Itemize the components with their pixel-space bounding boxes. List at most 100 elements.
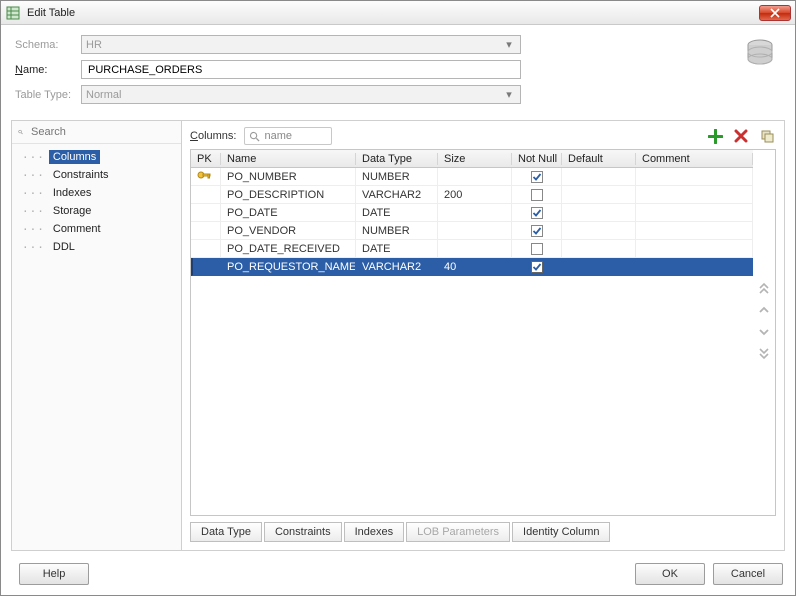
cell-default[interactable]	[562, 168, 636, 186]
close-icon	[770, 8, 780, 18]
notnull-checkbox[interactable]	[531, 171, 543, 183]
add-column-button[interactable]	[706, 127, 724, 145]
tab-data-type[interactable]: Data Type	[190, 522, 262, 542]
col-header-comment[interactable]: Comment	[636, 153, 753, 165]
cell-name[interactable]: PO_REQUESTOR_NAME	[221, 258, 356, 276]
row-tabletype: Table Type: Normal ▾	[15, 85, 781, 104]
move-down-button[interactable]	[756, 324, 772, 340]
cell-notnull[interactable]	[512, 168, 562, 186]
notnull-checkbox[interactable]	[531, 261, 543, 273]
titlebar: Edit Table	[1, 1, 795, 25]
sidebar-item-comment[interactable]: ···Comment	[14, 220, 179, 238]
tab-indexes[interactable]: Indexes	[344, 522, 405, 542]
remove-column-button[interactable]	[732, 127, 750, 145]
tab-identity-column[interactable]: Identity Column	[512, 522, 610, 542]
ok-button[interactable]: OK	[635, 563, 705, 585]
help-button[interactable]: Help	[19, 563, 89, 585]
cell-notnull[interactable]	[512, 258, 562, 276]
move-up-button[interactable]	[756, 302, 772, 318]
name-input[interactable]	[86, 63, 516, 77]
sidebar-item-label: DDL	[49, 240, 79, 254]
cell-notnull[interactable]	[512, 204, 562, 222]
cell-datatype[interactable]: DATE	[356, 204, 438, 222]
copy-icon	[760, 129, 774, 143]
columns-filter[interactable]: name	[244, 127, 332, 145]
col-header-default[interactable]: Default	[562, 153, 636, 165]
notnull-checkbox[interactable]	[531, 225, 543, 237]
tree-branch-icon: ···	[22, 187, 45, 200]
cancel-button[interactable]: Cancel	[713, 563, 783, 585]
cell-name[interactable]: PO_NUMBER	[221, 168, 356, 186]
key-icon	[197, 169, 211, 184]
cell-default[interactable]	[562, 186, 636, 204]
cell-notnull[interactable]	[512, 240, 562, 258]
database-icon	[743, 37, 777, 74]
cell-name[interactable]: PO_VENDOR	[221, 222, 356, 240]
cell-datatype[interactable]: NUMBER	[356, 222, 438, 240]
cell-name[interactable]: PO_DATE_RECEIVED	[221, 240, 356, 258]
chevron-down-icon: ▾	[502, 38, 516, 51]
sidebar-item-ddl[interactable]: ···DDL	[14, 238, 179, 256]
cell-comment[interactable]	[636, 168, 753, 186]
cell-comment[interactable]	[636, 186, 753, 204]
cell-datatype[interactable]: VARCHAR2	[356, 258, 438, 276]
col-header-pk[interactable]: PK	[191, 153, 221, 165]
edit-table-dialog: Edit Table Schema: HR ▾ Name:	[0, 0, 796, 596]
cell-datatype[interactable]: VARCHAR2	[356, 186, 438, 204]
tree-search[interactable]	[12, 121, 181, 144]
table-row[interactable]: PO_VENDORNUMBER	[191, 222, 753, 240]
table-row[interactable]: PO_DESCRIPTIONVARCHAR2200	[191, 186, 753, 204]
cell-datatype[interactable]: NUMBER	[356, 168, 438, 186]
close-button[interactable]	[759, 5, 791, 21]
sidebar-item-constraints[interactable]: ···Constraints	[14, 166, 179, 184]
notnull-checkbox[interactable]	[531, 243, 543, 255]
sidebar-item-indexes[interactable]: ···Indexes	[14, 184, 179, 202]
tab-constraints[interactable]: Constraints	[264, 522, 342, 542]
row-schema: Schema: HR ▾	[15, 35, 781, 54]
table-row[interactable]: PO_DATE_RECEIVEDDATE	[191, 240, 753, 258]
cell-notnull[interactable]	[512, 222, 562, 240]
cell-size[interactable]: 40	[438, 258, 512, 276]
table-row[interactable]: PO_DATEDATE	[191, 204, 753, 222]
cell-size[interactable]	[438, 204, 512, 222]
table-row[interactable]: PO_REQUESTOR_NAMEVARCHAR240	[191, 258, 753, 276]
tree-search-input[interactable]	[29, 125, 175, 139]
cell-default[interactable]	[562, 240, 636, 258]
cell-notnull[interactable]	[512, 186, 562, 204]
copy-column-button[interactable]	[758, 127, 776, 145]
body-split: ···Columns···Constraints···Indexes···Sto…	[11, 120, 785, 551]
cell-comment[interactable]	[636, 240, 753, 258]
cell-size[interactable]	[438, 240, 512, 258]
cell-comment[interactable]	[636, 222, 753, 240]
cell-size[interactable]: 200	[438, 186, 512, 204]
cell-default[interactable]	[562, 222, 636, 240]
col-header-notnull[interactable]: Not Null	[512, 153, 562, 165]
cell-comment[interactable]	[636, 204, 753, 222]
row-name: Name:	[15, 60, 781, 79]
cell-name[interactable]: PO_DESCRIPTION	[221, 186, 356, 204]
sidebar-item-label: Columns	[49, 150, 100, 164]
move-bottom-button[interactable]	[756, 346, 772, 362]
cell-default[interactable]	[562, 258, 636, 276]
cell-datatype[interactable]: DATE	[356, 240, 438, 258]
col-header-name[interactable]: Name	[221, 153, 356, 165]
cell-name[interactable]: PO_DATE	[221, 204, 356, 222]
col-header-type[interactable]: Data Type	[356, 153, 438, 165]
detail-tabs: Data TypeConstraintsIndexesLOB Parameter…	[190, 522, 776, 542]
move-top-button[interactable]	[756, 280, 772, 296]
cell-pk	[191, 186, 221, 204]
tabletype-combo: Normal ▾	[81, 85, 521, 104]
notnull-checkbox[interactable]	[531, 207, 543, 219]
cell-pk	[191, 222, 221, 240]
cell-size[interactable]	[438, 222, 512, 240]
sidebar-item-columns[interactable]: ···Columns	[14, 148, 179, 166]
cell-size[interactable]	[438, 168, 512, 186]
cell-default[interactable]	[562, 204, 636, 222]
notnull-checkbox[interactable]	[531, 189, 543, 201]
table-row[interactable]: PO_NUMBERNUMBER	[191, 168, 753, 186]
sidebar-item-storage[interactable]: ···Storage	[14, 202, 179, 220]
tab-lob-parameters: LOB Parameters	[406, 522, 510, 542]
col-header-size[interactable]: Size	[438, 153, 512, 165]
cell-comment[interactable]	[636, 258, 753, 276]
name-input-wrap[interactable]	[81, 60, 521, 79]
